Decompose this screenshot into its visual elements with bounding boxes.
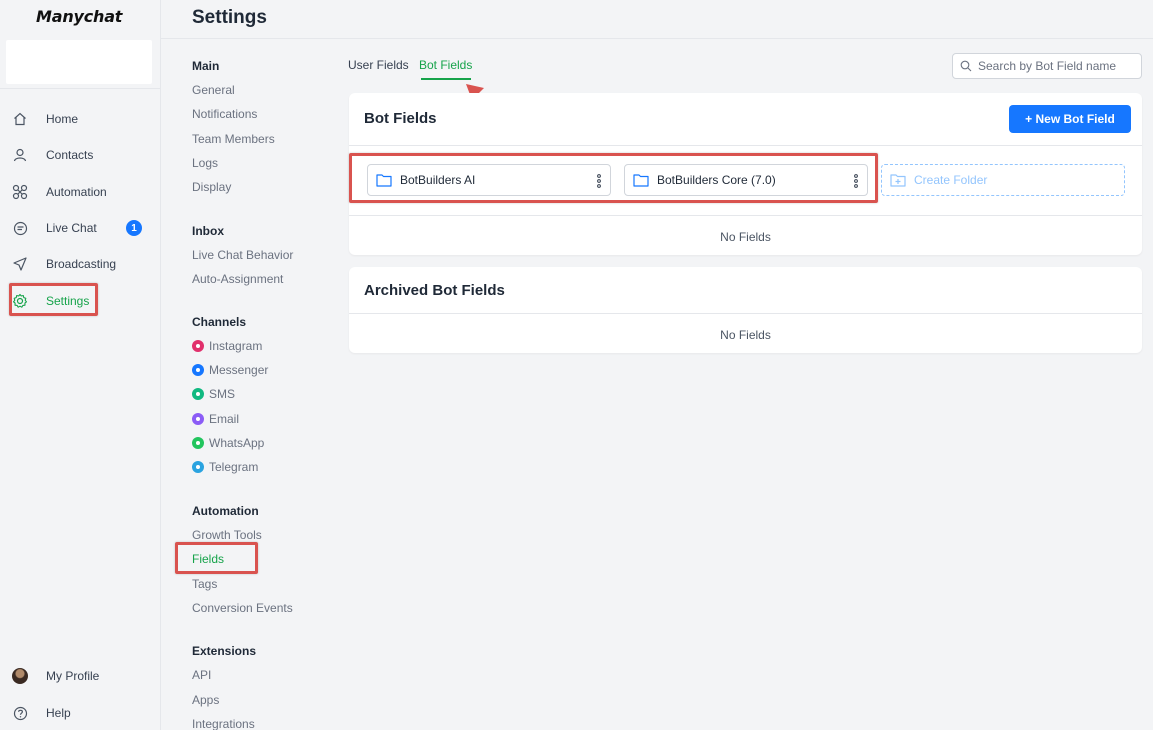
settings-item-growth-tools[interactable]: Growth Tools: [192, 528, 262, 542]
manychat-logo[interactable]: Manychat: [36, 7, 122, 26]
settings-item-live-chat-behavior[interactable]: Live Chat Behavior: [192, 248, 293, 262]
bot-fields-card-title: Bot Fields: [364, 110, 437, 127]
settings-item-api[interactable]: API: [192, 668, 211, 682]
settings-item-instagram[interactable]: Instagram: [192, 339, 262, 353]
nav-label: Broadcasting: [46, 257, 117, 271]
whatsapp-icon: [192, 437, 204, 449]
settings-item-email[interactable]: Email: [192, 412, 239, 426]
search-input[interactable]: [978, 59, 1138, 73]
settings-item-tags[interactable]: Tags: [192, 577, 217, 591]
chat-icon: [12, 220, 28, 236]
account-switcher[interactable]: [6, 40, 152, 84]
channel-label: Email: [209, 412, 240, 426]
nav-item-my-profile[interactable]: My Profile: [0, 661, 161, 691]
nav-label: Live Chat: [46, 221, 97, 235]
settings-item-conversion-events[interactable]: Conversion Events: [192, 601, 293, 615]
settings-item-notifications[interactable]: Notifications: [192, 107, 257, 121]
empty-state-text: No Fields: [720, 230, 771, 244]
nav-item-live-chat[interactable]: Live Chat 1: [0, 213, 161, 243]
card-divider: [349, 313, 1142, 314]
app-sidebar: Manychat Home Contacts Automation Live C…: [0, 0, 161, 730]
channel-label: WhatsApp: [209, 436, 265, 450]
send-icon: [12, 256, 28, 272]
search-icon: [960, 60, 972, 72]
archived-card-title: Archived Bot Fields: [364, 282, 505, 299]
fields-highlight-box: [175, 542, 258, 574]
channel-label: Messenger: [209, 363, 269, 377]
page-title: Settings: [192, 7, 267, 28]
add-folder-icon: [890, 174, 906, 187]
settings-item-auto-assignment[interactable]: Auto-Assignment: [192, 272, 283, 286]
settings-item-logs[interactable]: Logs: [192, 156, 218, 170]
tab-bot-fields[interactable]: Bot Fields: [419, 58, 472, 72]
settings-item-integrations[interactable]: Integrations: [192, 717, 255, 730]
settings-highlight-box: [9, 283, 98, 316]
nav-item-automation[interactable]: Automation: [0, 177, 161, 207]
instagram-icon: [192, 340, 204, 352]
settings-item-general[interactable]: General: [192, 83, 235, 97]
create-folder-label: Create Folder: [914, 173, 988, 187]
help-icon: [12, 705, 28, 721]
sidebar-divider: [0, 88, 161, 89]
archived-bot-fields-card: Archived Bot Fields No Fields: [349, 267, 1142, 353]
channel-label: SMS: [209, 387, 236, 401]
channel-label: Instagram: [209, 339, 263, 353]
tab-user-fields[interactable]: User Fields: [348, 58, 409, 72]
settings-group-extensions: Extensions: [192, 644, 257, 658]
nav-label: My Profile: [46, 669, 100, 683]
automation-icon: [12, 184, 28, 200]
nav-label: Help: [46, 706, 71, 720]
settings-item-team-members[interactable]: Team Members: [192, 132, 275, 146]
settings-item-sms[interactable]: SMS: [192, 387, 235, 401]
settings-item-whatsapp[interactable]: WhatsApp: [192, 436, 264, 450]
settings-group-main: Main: [192, 59, 220, 73]
unread-badge: 1: [126, 220, 142, 236]
settings-group-automation: Automation: [192, 504, 259, 518]
user-icon: [12, 147, 28, 163]
folders-highlight-box: [349, 153, 878, 203]
nav-item-contacts[interactable]: Contacts: [0, 140, 161, 170]
nav-label: Automation: [46, 185, 107, 199]
top-bar: Settings: [161, 0, 1153, 39]
nav-item-help[interactable]: Help: [0, 698, 161, 728]
channel-label: Telegram: [209, 460, 259, 474]
messenger-icon: [192, 364, 204, 376]
nav-item-broadcasting[interactable]: Broadcasting: [0, 249, 161, 279]
settings-group-inbox: Inbox: [192, 224, 224, 238]
settings-item-display[interactable]: Display: [192, 180, 231, 194]
telegram-icon: [192, 461, 204, 473]
nav-label: Home: [46, 112, 79, 126]
home-icon: [12, 111, 28, 127]
email-icon: [192, 413, 204, 425]
settings-item-apps[interactable]: Apps: [192, 693, 219, 707]
card-divider: [349, 145, 1142, 146]
nav-label: Contacts: [46, 148, 94, 162]
settings-item-messenger[interactable]: Messenger: [192, 363, 268, 377]
search-field[interactable]: [952, 53, 1142, 79]
sms-icon: [192, 388, 204, 400]
nav-item-home[interactable]: Home: [0, 104, 161, 134]
new-bot-field-button[interactable]: + New Bot Field: [1009, 105, 1131, 133]
avatar: [12, 668, 28, 684]
settings-nav: Main General Notifications Team Members …: [161, 39, 331, 730]
settings-group-channels: Channels: [192, 315, 247, 329]
card-divider: [349, 215, 1142, 216]
settings-item-telegram[interactable]: Telegram: [192, 460, 258, 474]
empty-state-text: No Fields: [720, 328, 771, 342]
create-folder-button[interactable]: Create Folder: [881, 164, 1125, 196]
